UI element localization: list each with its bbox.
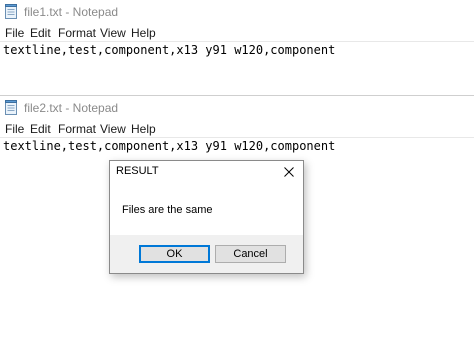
result-dialog: RESULT Files are the same OK Cancel: [109, 160, 304, 274]
menu-format[interactable]: Format: [58, 122, 96, 136]
dialog-titlebar[interactable]: RESULT: [110, 161, 303, 182]
menu-file[interactable]: File: [5, 26, 24, 40]
window-title: file2.txt - Notepad: [24, 101, 119, 115]
menu-bar: File Edit Format View Help: [0, 24, 474, 41]
menu-edit[interactable]: Edit: [30, 122, 51, 136]
text-editor[interactable]: textline,test,component,x13 y91 w120,com…: [0, 41, 474, 94]
menu-help[interactable]: Help: [131, 26, 156, 40]
menu-view[interactable]: View: [100, 26, 126, 40]
close-icon: [284, 166, 294, 177]
ok-button[interactable]: OK: [139, 245, 210, 263]
menu-edit[interactable]: Edit: [30, 26, 51, 40]
menu-bar: File Edit Format View Help: [0, 120, 474, 137]
menu-file[interactable]: File: [5, 122, 24, 136]
notepad-icon: [5, 100, 17, 115]
window-titlebar[interactable]: file2.txt - Notepad: [0, 96, 474, 120]
dialog-title: RESULT: [116, 165, 159, 177]
menu-view[interactable]: View: [100, 122, 126, 136]
menu-help[interactable]: Help: [131, 122, 156, 136]
cancel-button[interactable]: Cancel: [215, 245, 286, 263]
window-titlebar[interactable]: file1.txt - Notepad: [0, 0, 474, 24]
editor-content[interactable]: textline,test,component,x13 y91 w120,com…: [3, 43, 335, 57]
notepad-icon: [5, 4, 17, 19]
dialog-message: Files are the same: [122, 204, 213, 216]
menu-format[interactable]: Format: [58, 26, 96, 40]
close-button[interactable]: [275, 161, 303, 182]
dialog-button-bar: OK Cancel: [110, 235, 303, 273]
editor-content[interactable]: textline,test,component,x13 y91 w120,com…: [3, 139, 335, 153]
notepad-window-file1: file1.txt - Notepad File Edit Format Vie…: [0, 0, 474, 94]
window-title: file1.txt - Notepad: [24, 5, 119, 19]
